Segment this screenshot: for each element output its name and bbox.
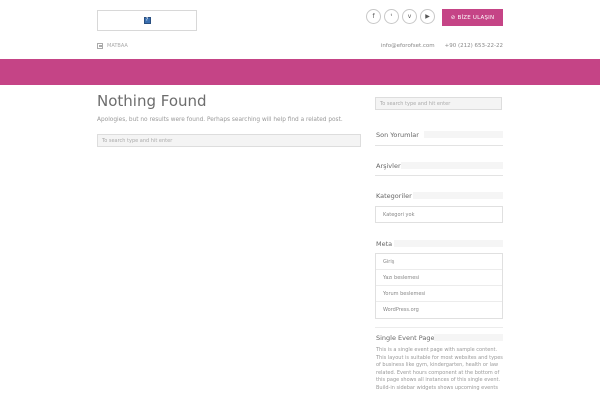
social-links: f ᵗ v ▶ bbox=[366, 9, 435, 24]
title-placeholder-bar bbox=[401, 162, 503, 169]
site-logo[interactable]: ? bbox=[97, 10, 197, 31]
main-search-input[interactable]: To search type and hit enter bbox=[97, 134, 361, 147]
contact-us-button[interactable]: ⊘ BİZE ULAŞIN bbox=[442, 9, 503, 26]
sidebar-search-input[interactable]: To search type and hit enter bbox=[375, 97, 502, 110]
vimeo-icon[interactable]: v bbox=[402, 9, 417, 24]
categories-box: Kategori yok bbox=[375, 206, 503, 223]
facebook-icon[interactable]: f bbox=[366, 9, 381, 24]
event-description: This is a single event page with sample … bbox=[376, 347, 503, 391]
no-results-message: Apologies, but no results were found. Pe… bbox=[97, 117, 343, 123]
title-placeholder-bar bbox=[424, 131, 503, 138]
widget-divider bbox=[375, 175, 503, 176]
archives-title: Arşivler bbox=[376, 162, 401, 170]
contact-info: info@eforofset.com +90 (212) 653-22-22 bbox=[381, 43, 503, 49]
event-title: Single Event Page bbox=[376, 334, 435, 342]
contact-email[interactable]: info@eforofset.com bbox=[381, 43, 435, 49]
meta-item-wordpress-org[interactable]: WordPress.org bbox=[376, 302, 502, 318]
topline-link[interactable]: MATBAA bbox=[97, 43, 128, 49]
sidebar-search-placeholder: To search type and hit enter bbox=[380, 100, 451, 107]
page-title: Nothing Found bbox=[97, 92, 207, 110]
image-icon bbox=[97, 43, 103, 49]
title-placeholder-bar bbox=[413, 192, 503, 199]
twitter-icon[interactable]: ᵗ bbox=[384, 9, 399, 24]
contact-phone: +90 (212) 653-22-22 bbox=[444, 43, 503, 49]
title-placeholder-bar bbox=[394, 240, 503, 247]
widget-divider bbox=[375, 145, 503, 146]
broken-image-icon: ? bbox=[143, 17, 151, 24]
meta-list: Giriş Yazı beslemesi Yorum beslemesi Wor… bbox=[375, 253, 503, 319]
meta-title: Meta bbox=[376, 240, 393, 248]
page-title-band bbox=[0, 59, 600, 85]
youtube-icon[interactable]: ▶ bbox=[420, 9, 435, 24]
topline-label: MATBAA bbox=[107, 43, 128, 49]
meta-item-comments-feed[interactable]: Yorum beslemesi bbox=[376, 286, 502, 302]
contact-us-label: BİZE ULAŞIN bbox=[457, 14, 495, 21]
widget-divider bbox=[375, 327, 503, 328]
categories-empty: Kategori yok bbox=[383, 211, 415, 218]
categories-title: Kategoriler bbox=[376, 192, 412, 200]
meta-item-posts-feed[interactable]: Yazı beslemesi bbox=[376, 270, 502, 286]
compass-icon: ⊘ bbox=[450, 14, 456, 21]
meta-item-login[interactable]: Giriş bbox=[376, 254, 502, 270]
main-search-placeholder: To search type and hit enter bbox=[102, 137, 173, 144]
recent-comments-title: Son Yorumlar bbox=[376, 131, 419, 139]
title-placeholder-bar bbox=[434, 334, 503, 341]
